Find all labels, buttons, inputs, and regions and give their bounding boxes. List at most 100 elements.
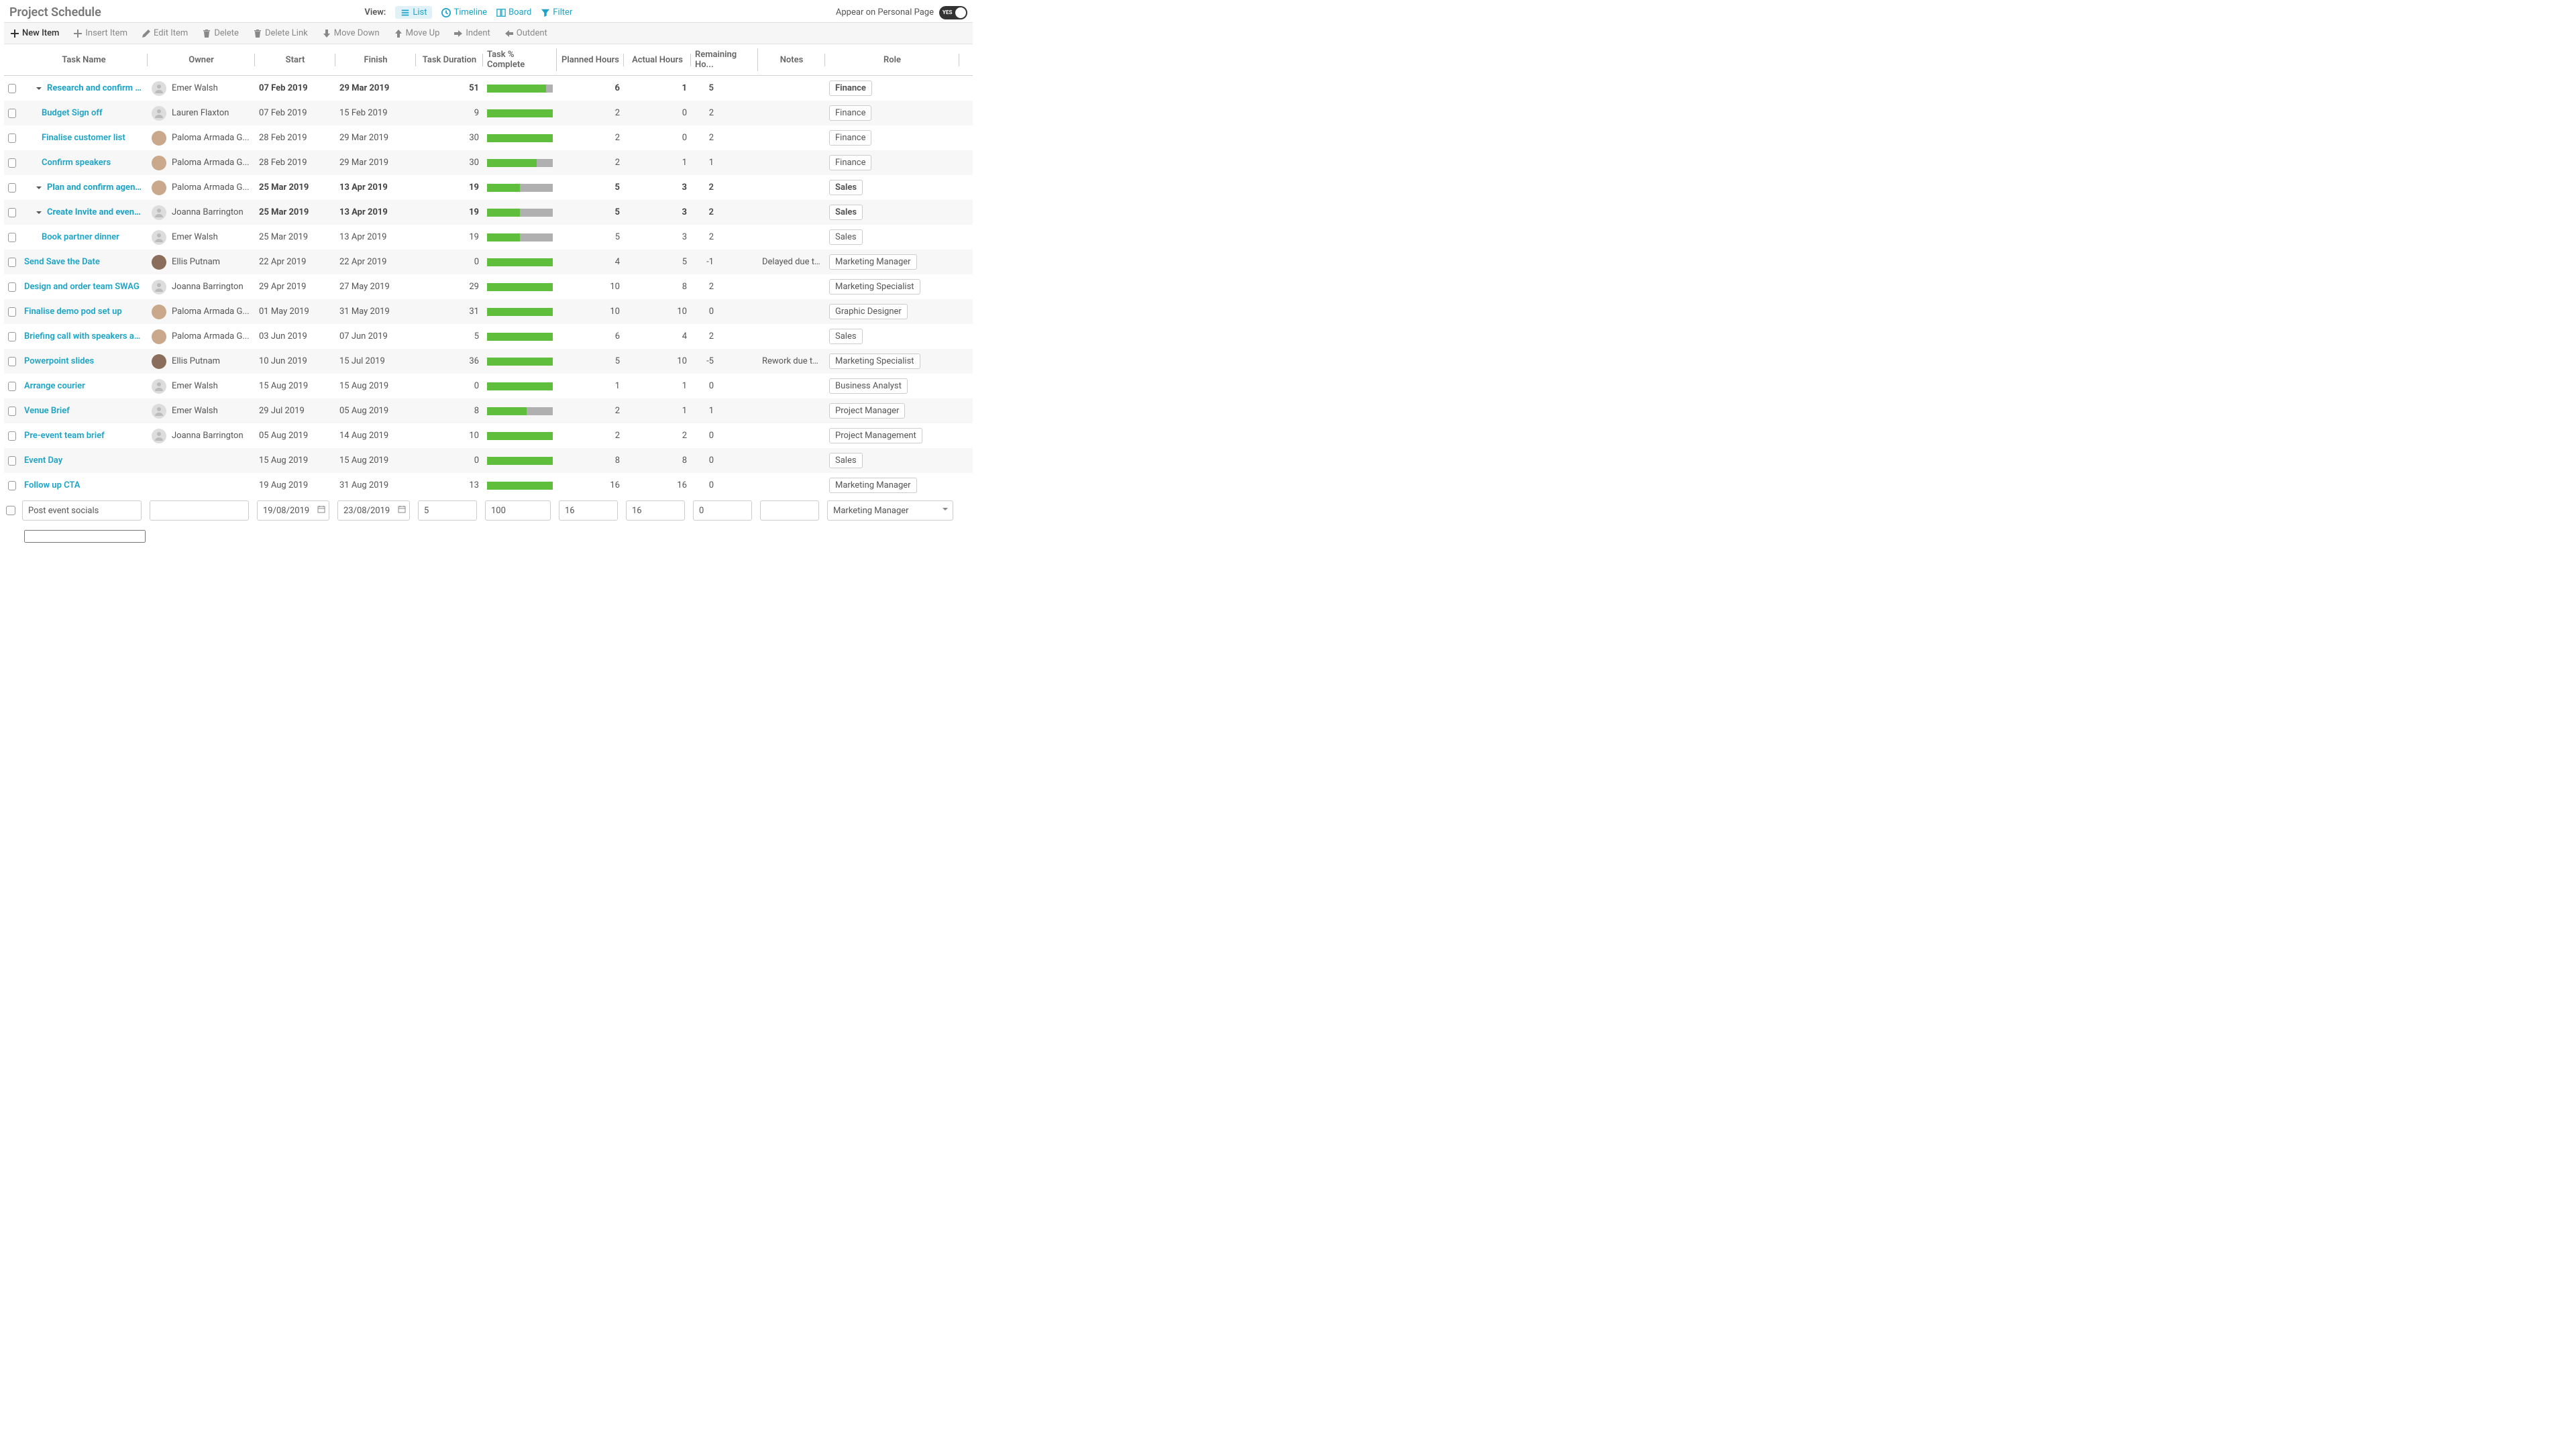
role-badge[interactable]: Marketing Manager <box>829 254 917 270</box>
task-name-link[interactable]: Plan and confirm agenda <box>47 182 144 193</box>
role-badge[interactable]: Sales <box>829 229 863 245</box>
row-checkbox[interactable] <box>8 258 16 267</box>
row-checkbox[interactable] <box>8 357 16 366</box>
view-list-button[interactable]: List <box>395 6 432 19</box>
chevron-down-icon[interactable] <box>35 85 43 93</box>
delete-link-button[interactable]: Delete Link <box>254 28 308 38</box>
list-icon <box>400 8 410 17</box>
role-badge[interactable]: Sales <box>829 180 863 195</box>
new-finish-input[interactable] <box>337 500 410 521</box>
new-start-input[interactable] <box>257 500 329 521</box>
new-task-name-input[interactable] <box>22 500 142 521</box>
row-checkbox[interactable] <box>8 208 16 217</box>
outdent-button[interactable]: Outdent <box>505 28 547 38</box>
new-duration-input[interactable] <box>418 500 477 521</box>
extra-input[interactable] <box>24 530 146 543</box>
role-badge[interactable]: Business Analyst <box>829 378 908 394</box>
row-checkbox[interactable] <box>8 456 16 466</box>
task-name-link[interactable]: Pre-event team brief <box>24 431 105 441</box>
role-badge[interactable]: Finance <box>829 155 871 170</box>
new-notes-input[interactable] <box>760 500 819 521</box>
task-name-link[interactable]: Venue Brief <box>24 406 70 416</box>
new-pct-input[interactable] <box>485 500 551 521</box>
row-checkbox[interactable] <box>8 407 16 416</box>
new-remaining-input[interactable] <box>693 500 752 521</box>
row-checkbox[interactable] <box>8 133 16 143</box>
row-checkbox[interactable] <box>8 307 16 317</box>
task-name-link[interactable]: Powerpoint slides <box>24 356 94 366</box>
view-filter-button[interactable]: Filter <box>541 7 572 17</box>
indent-button[interactable]: Indent <box>454 28 490 38</box>
col-owner[interactable]: Owner <box>148 50 255 70</box>
role-badge[interactable]: Project Management <box>829 428 922 443</box>
col-remaining[interactable]: Remaining Ho... <box>691 44 758 75</box>
row-checkbox[interactable] <box>8 233 16 242</box>
task-name-link[interactable]: Research and confirm venue <box>47 83 144 93</box>
row-checkbox[interactable] <box>8 183 16 193</box>
role-badge[interactable]: Marketing Specialist <box>829 354 920 369</box>
task-name-link[interactable]: Send Save the Date <box>24 257 100 267</box>
task-name-link[interactable]: Follow up CTA <box>24 480 80 490</box>
role-badge[interactable]: Marketing Specialist <box>829 279 920 294</box>
row-checkbox[interactable] <box>8 431 16 441</box>
trash-icon <box>254 30 262 38</box>
insert-item-button[interactable]: Insert Item <box>74 28 127 38</box>
task-name-link[interactable]: Event Day <box>24 455 62 466</box>
col-actual[interactable]: Actual Hours <box>624 50 691 70</box>
delete-button[interactable]: Delete <box>203 28 239 38</box>
personal-page-toggle[interactable]: YES <box>939 6 967 19</box>
new-actual-input[interactable] <box>626 500 685 521</box>
task-name-link[interactable]: Budget Sign off <box>42 108 103 118</box>
row-checkbox[interactable] <box>8 158 16 168</box>
col-finish[interactable]: Finish <box>335 50 416 70</box>
row-checkbox[interactable] <box>6 506 15 515</box>
col-notes[interactable]: Notes <box>758 50 825 70</box>
task-name-link[interactable]: Finalise demo pod set up <box>24 307 122 317</box>
duration-value: 10 <box>416 427 483 445</box>
row-checkbox[interactable] <box>8 282 16 292</box>
duration-value: 0 <box>416 377 483 395</box>
role-badge[interactable]: Sales <box>829 453 863 468</box>
task-name-link[interactable]: Finalise customer list <box>42 133 125 143</box>
role-badge[interactable]: Sales <box>829 205 863 220</box>
row-checkbox[interactable] <box>8 382 16 391</box>
move-down-button[interactable]: Move Down <box>323 28 380 38</box>
col-start[interactable]: Start <box>255 50 335 70</box>
header: Project Schedule View: List Timeline Boa… <box>4 0 973 22</box>
col-planned[interactable]: Planned Hours <box>557 50 624 70</box>
task-name-link[interactable]: Briefing call with speakers and pa... <box>24 331 144 341</box>
col-task-name[interactable]: Task Name <box>20 50 148 70</box>
task-name-link[interactable]: Confirm speakers <box>42 158 111 168</box>
col-pct[interactable]: Task % Complete <box>483 44 557 75</box>
task-name-link[interactable]: Book partner dinner <box>42 232 119 242</box>
new-planned-input[interactable] <box>559 500 618 521</box>
col-duration[interactable]: Task Duration <box>416 50 483 70</box>
edit-item-button[interactable]: Edit Item <box>142 28 188 38</box>
role-badge[interactable]: Finance <box>829 105 871 121</box>
role-badge[interactable]: Project Manager <box>829 403 905 419</box>
row-checkbox[interactable] <box>8 332 16 341</box>
col-role[interactable]: Role <box>825 50 959 70</box>
view-board-button[interactable]: Board <box>496 7 531 17</box>
task-name-link[interactable]: Create Invite and event landi... <box>47 207 144 217</box>
role-badge[interactable]: Graphic Designer <box>829 304 908 319</box>
role-badge[interactable]: Sales <box>829 329 863 344</box>
actual-hours: 1 <box>624 154 691 172</box>
table-row: Confirm speakersPaloma Armada G...28 Feb… <box>4 150 973 175</box>
new-role-select[interactable]: Marketing Manager <box>827 500 953 521</box>
chevron-down-icon[interactable] <box>35 184 43 192</box>
row-checkbox[interactable] <box>8 481 16 490</box>
task-name-link[interactable]: Arrange courier <box>24 381 85 391</box>
row-checkbox[interactable] <box>8 109 16 118</box>
filter-icon <box>541 8 550 17</box>
row-checkbox[interactable] <box>8 84 16 93</box>
chevron-down-icon[interactable] <box>35 209 43 217</box>
move-up-button[interactable]: Move Up <box>394 28 440 38</box>
new-owner-input[interactable] <box>150 500 249 521</box>
view-timeline-button[interactable]: Timeline <box>441 7 487 17</box>
role-badge[interactable]: Finance <box>829 80 872 96</box>
role-badge[interactable]: Marketing Manager <box>829 478 917 493</box>
new-item-button[interactable]: New Item <box>11 28 59 38</box>
task-name-link[interactable]: Design and order team SWAG <box>24 282 140 292</box>
role-badge[interactable]: Finance <box>829 130 871 146</box>
